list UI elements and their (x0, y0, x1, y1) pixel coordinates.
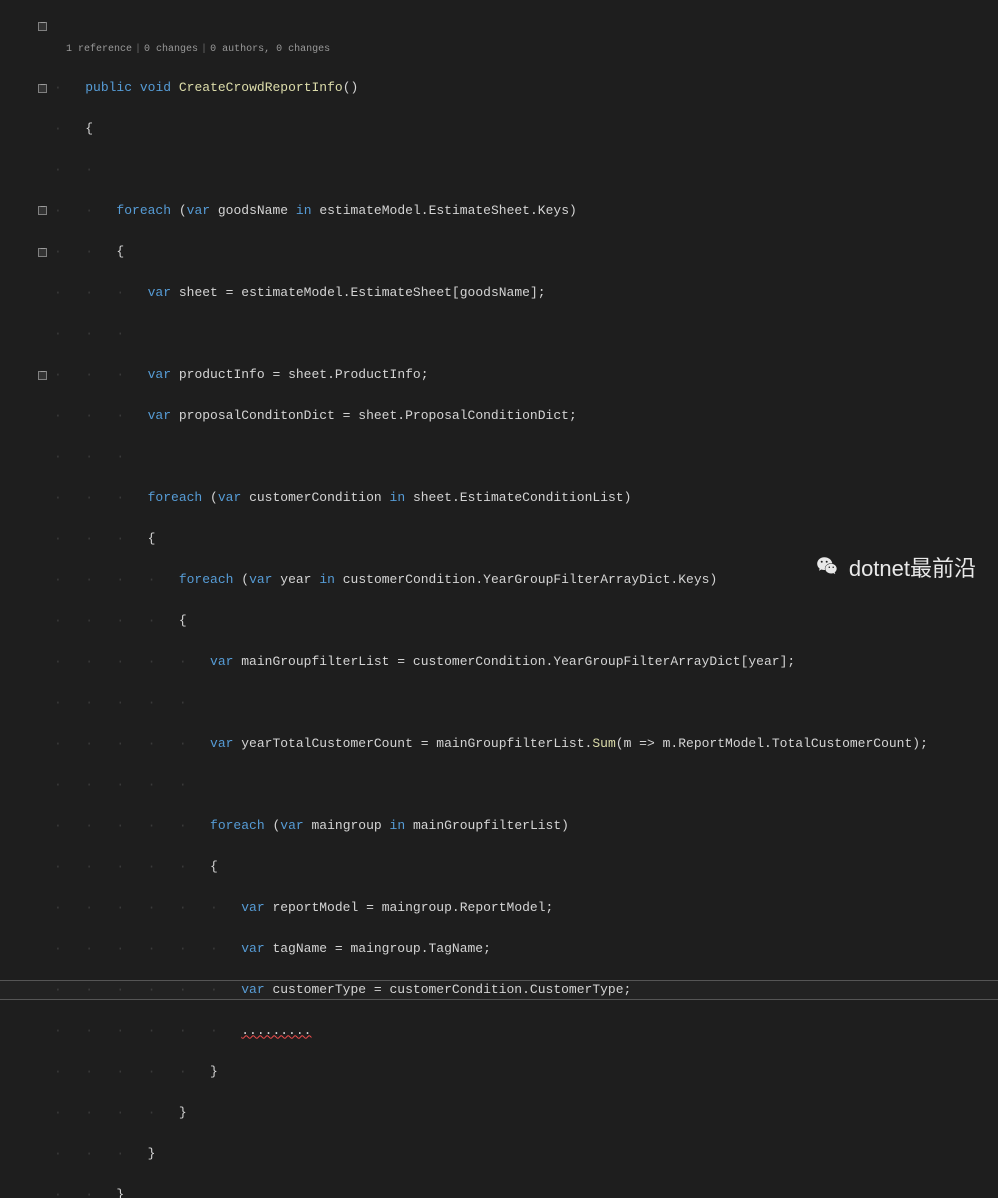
error-squiggle: ......... (241, 1023, 311, 1038)
code-line[interactable]: · · · · · foreach (var maingroup in main… (54, 816, 998, 837)
code-line[interactable]: · · · (54, 447, 998, 468)
code-line[interactable]: · · · · · } (54, 1062, 998, 1083)
code-line[interactable]: · · · · } (54, 1103, 998, 1124)
fold-marker[interactable] (38, 22, 47, 31)
code-line[interactable]: · · · · · (54, 775, 998, 796)
code-line[interactable]: · · · · · · var tagName = maingroup.TagN… (54, 939, 998, 960)
fold-marker[interactable] (38, 248, 47, 257)
code-line[interactable]: · · · foreach (var customerCondition in … (54, 488, 998, 509)
fold-marker[interactable] (38, 206, 47, 215)
gutter (0, 0, 50, 599)
code-line[interactable]: · · · · { (54, 611, 998, 632)
code-line[interactable]: · · · · · · var reportModel = maingroup.… (54, 898, 998, 919)
code-line[interactable]: · · · { (54, 529, 998, 550)
code-area[interactable]: 1 reference|0 changes|0 authors, 0 chang… (50, 0, 998, 599)
code-line[interactable]: · · · · · var yearTotalCustomerCount = m… (54, 734, 998, 755)
codelens[interactable]: 1 reference|0 changes|0 authors, 0 chang… (54, 43, 998, 57)
fold-marker[interactable] (38, 84, 47, 93)
codelens-changes2[interactable]: 0 changes (276, 44, 330, 55)
watermark: dotnet最前沿 (815, 551, 976, 583)
method-name: CreateCrowdReportInfo (179, 80, 343, 95)
code-line[interactable]: · · · · · (54, 693, 998, 714)
wechat-icon (815, 554, 841, 580)
code-line[interactable]: · · · · · { (54, 857, 998, 878)
codelens-authors[interactable]: 0 authors, (210, 44, 270, 55)
code-line[interactable]: · · (54, 160, 998, 181)
watermark-text: dotnet最前沿 (849, 551, 976, 583)
code-line[interactable]: · · · · · · ......... (54, 1021, 998, 1042)
code-line[interactable]: · · · } (54, 1144, 998, 1165)
code-line[interactable]: · · · · · · var customerType = customerC… (54, 980, 998, 1001)
code-line[interactable]: · · · var proposalConditonDict = sheet.P… (54, 406, 998, 427)
code-editor[interactable]: 1 reference|0 changes|0 authors, 0 chang… (0, 0, 998, 599)
codelens-changes[interactable]: 0 changes (144, 44, 198, 55)
code-line[interactable]: · · · var sheet = estimateModel.Estimate… (54, 283, 998, 304)
code-line[interactable]: · · · var productInfo = sheet.ProductInf… (54, 365, 998, 386)
code-line[interactable]: · · · (54, 324, 998, 345)
code-line[interactable]: · · } (54, 1185, 998, 1198)
code-line[interactable]: · · foreach (var goodsName in estimateMo… (54, 201, 998, 222)
code-line[interactable]: · { (54, 119, 998, 140)
codelens-references[interactable]: 1 reference (66, 44, 132, 55)
code-line[interactable]: · · { (54, 242, 998, 263)
fold-marker[interactable] (38, 371, 47, 380)
code-line[interactable]: · · · · · var mainGroupfilterList = cust… (54, 652, 998, 673)
code-line[interactable]: · public void CreateCrowdReportInfo() (54, 78, 998, 99)
